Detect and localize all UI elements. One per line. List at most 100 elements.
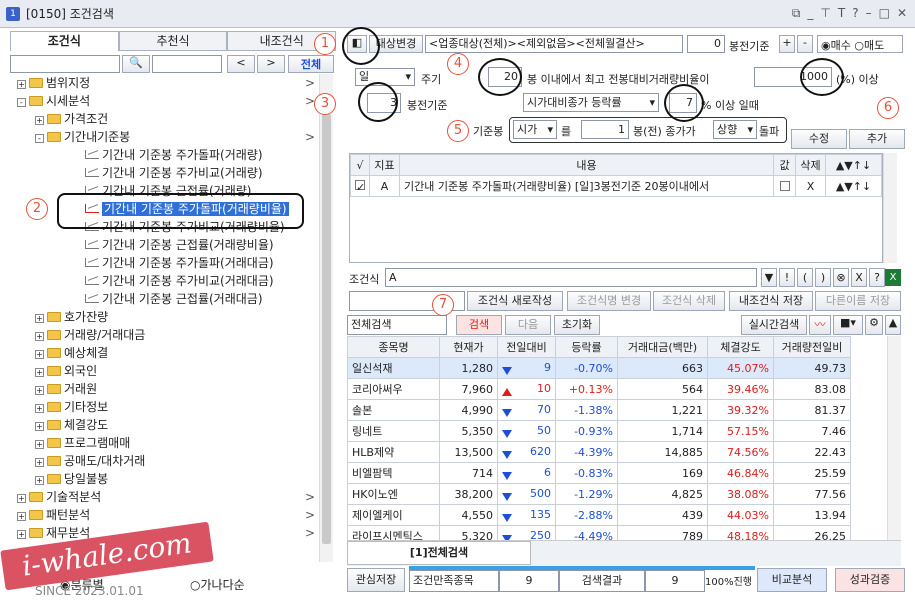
checkbox[interactable]: ✓ xyxy=(355,179,365,194)
formula-op-button[interactable]: ▼ xyxy=(761,268,777,287)
plus-button[interactable]: + xyxy=(779,35,795,53)
compare-select[interactable]: 시가대비종가 등락률 ▾ xyxy=(523,93,659,112)
row-checkbox[interactable]: ✓ xyxy=(350,175,370,197)
tree-item[interactable]: 기간내 기준봉 근접률(거래대금) xyxy=(13,290,321,308)
sort-by-name[interactable]: ○가나다순 xyxy=(190,576,245,593)
tree-search-input[interactable] xyxy=(10,55,120,73)
excel-icon[interactable]: X xyxy=(885,269,901,286)
formula-input[interactable]: A xyxy=(385,268,757,287)
sell-radio[interactable]: ○ xyxy=(854,39,864,52)
chart-icon[interactable]: 〰 xyxy=(809,315,831,335)
row-delete[interactable]: X xyxy=(795,175,826,197)
tree-item[interactable]: 기간내 기준봉 주가돌파(거래량) xyxy=(13,146,321,164)
kijun-direction-select[interactable]: 상향 ▾ xyxy=(713,120,757,139)
tab-recommended[interactable]: 추천식 xyxy=(118,31,228,51)
expand-icon[interactable]: + xyxy=(35,314,44,323)
new-condition-button[interactable]: 조건식 새로작성 xyxy=(467,291,563,311)
minimize-icon[interactable]: _ xyxy=(807,6,813,21)
window-min-icon[interactable]: – xyxy=(866,6,872,21)
tree-folder[interactable]: + 범위지정 > xyxy=(13,74,321,92)
condition-row[interactable]: ✓ A 기간내 기준봉 주가돌파(거래량비율) [일]3봉전기준 20봉이내에서… xyxy=(350,175,882,197)
expand-icon[interactable]: + xyxy=(35,476,44,485)
expand-icon[interactable]: - xyxy=(35,134,44,143)
result-row[interactable]: 일신석재 1,280 9 -0.70% 663 45.07% 49.73 xyxy=(347,357,851,379)
formula-op-button[interactable]: ? xyxy=(869,268,885,287)
result-row[interactable]: 비엘팜텍 714 6 -0.83% 169 46.84% 25.59 xyxy=(347,462,851,484)
tree-folder[interactable]: + 외국인 xyxy=(13,362,321,380)
tree-folder[interactable]: + 패턴분석 > xyxy=(13,506,321,524)
save-as-button[interactable]: 다른이름 저장 xyxy=(815,291,901,311)
stock-name[interactable]: 링네트 xyxy=(347,420,440,442)
tree-folder[interactable]: + 예상체결 xyxy=(13,344,321,362)
kijun-value[interactable]: 1 xyxy=(581,120,629,139)
expand-icon[interactable]: + xyxy=(35,404,44,413)
expand-icon[interactable]: + xyxy=(35,422,44,431)
formula-op-button[interactable]: ) xyxy=(815,268,831,287)
realtime-search-button[interactable]: 실시간검색 xyxy=(741,315,807,335)
help-icon[interactable]: ? xyxy=(852,6,858,21)
settings-gear-icon[interactable]: ⚙ xyxy=(865,315,883,335)
expand-icon[interactable]: + xyxy=(35,368,44,377)
pin-icon[interactable]: ⊤ xyxy=(820,6,830,21)
prev-button[interactable]: < xyxy=(227,55,255,73)
stock-name[interactable]: HLB제약 xyxy=(347,441,440,463)
tree-scroll-thumb[interactable] xyxy=(322,114,331,544)
tree-folder[interactable]: + 당일불봉 xyxy=(13,470,321,488)
expand-icon[interactable]: + xyxy=(17,530,26,539)
delete-condition-button[interactable]: 조건식 삭제 xyxy=(653,291,725,311)
compare-analysis-button[interactable]: 비교분석 xyxy=(757,568,827,592)
tree-folder[interactable]: + 거래량/거래대금 xyxy=(13,326,321,344)
save-condition-button[interactable]: 내조건식 저장 xyxy=(729,291,813,311)
buy-radio[interactable]: ◉ xyxy=(821,39,831,52)
tree-folder[interactable]: + 기타정보 xyxy=(13,398,321,416)
expand-icon[interactable]: + xyxy=(35,332,44,341)
search-run-button[interactable]: 검색 xyxy=(456,315,502,335)
stock-name[interactable]: 솔본 xyxy=(347,399,440,421)
formula-op-button[interactable]: ( xyxy=(797,268,813,287)
tree-folder[interactable]: - 시세분석 > xyxy=(13,92,321,110)
close-icon[interactable]: ✕ xyxy=(897,6,907,21)
performance-verify-button[interactable]: 성과검증 xyxy=(835,568,905,592)
tree-item[interactable]: 기간내 기준봉 주가돌파(거래대금) xyxy=(13,254,321,272)
result-row[interactable]: 코리아써우 7,960 10 +0.13% 564 39.46% 83.08 xyxy=(347,378,851,400)
tree-folder[interactable]: + 기술적분석 > xyxy=(13,488,321,506)
tab-all-search[interactable]: [1]전체검색 xyxy=(347,541,531,565)
edit-button[interactable]: 수정 xyxy=(791,129,847,149)
tree-folder[interactable]: + 프로그램매매 xyxy=(13,434,321,452)
row-order-arrows[interactable]: ▲▼↑↓ xyxy=(825,175,882,197)
interest-save-button[interactable]: 관심저장 xyxy=(347,568,405,592)
expand-icon[interactable]: + xyxy=(17,494,26,503)
result-scrollbar[interactable] xyxy=(887,336,901,544)
formula-op-button[interactable]: ! xyxy=(779,268,795,287)
expand-icon[interactable]: + xyxy=(35,350,44,359)
reset-button[interactable]: 초기화 xyxy=(554,315,600,335)
tree-folder[interactable]: + 거래원 xyxy=(13,380,321,398)
expand-icon[interactable]: + xyxy=(35,458,44,467)
tab-condition[interactable]: 조건식 xyxy=(10,31,119,51)
tree-item[interactable]: 기간내 기준봉 주가비교(거래대금) xyxy=(13,272,321,290)
result-row[interactable]: HK이노엔 38,200 500 -1.29% 4,825 38.08% 77.… xyxy=(347,483,851,505)
tree-folder[interactable]: + 가격조건 xyxy=(13,110,321,128)
stock-name[interactable]: 제이엘케이 xyxy=(347,504,440,526)
base-count-input[interactable]: 0 xyxy=(687,35,725,53)
stock-name[interactable]: 코리아써우 xyxy=(347,378,440,400)
maximize-icon[interactable]: □ xyxy=(879,6,890,21)
result-row[interactable]: 솔본 4,990 70 -1.38% 1,221 39.32% 81.37 xyxy=(347,399,851,421)
tree-search-result[interactable] xyxy=(152,55,222,73)
search-button[interactable]: 🔍 xyxy=(122,55,150,73)
result-row[interactable]: 링네트 5,350 50 -0.93% 1,714 57.15% 7.46 xyxy=(347,420,851,442)
stock-name[interactable]: 비엘팜텍 xyxy=(347,462,440,484)
stock-name[interactable]: 일신석재 xyxy=(347,357,440,379)
tree-scrollbar[interactable] xyxy=(319,74,333,562)
tree-folder[interactable]: - 기간내기준봉 > xyxy=(13,128,321,146)
tree-folder[interactable]: + 호가잔량 xyxy=(13,308,321,326)
rename-condition-button[interactable]: 조건식명 변경 xyxy=(567,291,651,311)
stock-name[interactable]: HK이노엔 xyxy=(347,483,440,505)
display-mode-select[interactable]: ■▾ xyxy=(833,315,863,335)
font-icon[interactable]: T xyxy=(838,6,845,21)
result-row[interactable]: 제이엘케이 4,550 135 -2.88% 439 44.03% 13.94 xyxy=(347,504,851,526)
collapse-up-icon[interactable]: ▲ xyxy=(885,315,901,335)
kijun-select[interactable]: 시가 ▾ xyxy=(513,120,557,139)
search-next-button[interactable]: 다음 xyxy=(505,315,551,335)
condition-list-scrollbar[interactable] xyxy=(883,153,897,263)
